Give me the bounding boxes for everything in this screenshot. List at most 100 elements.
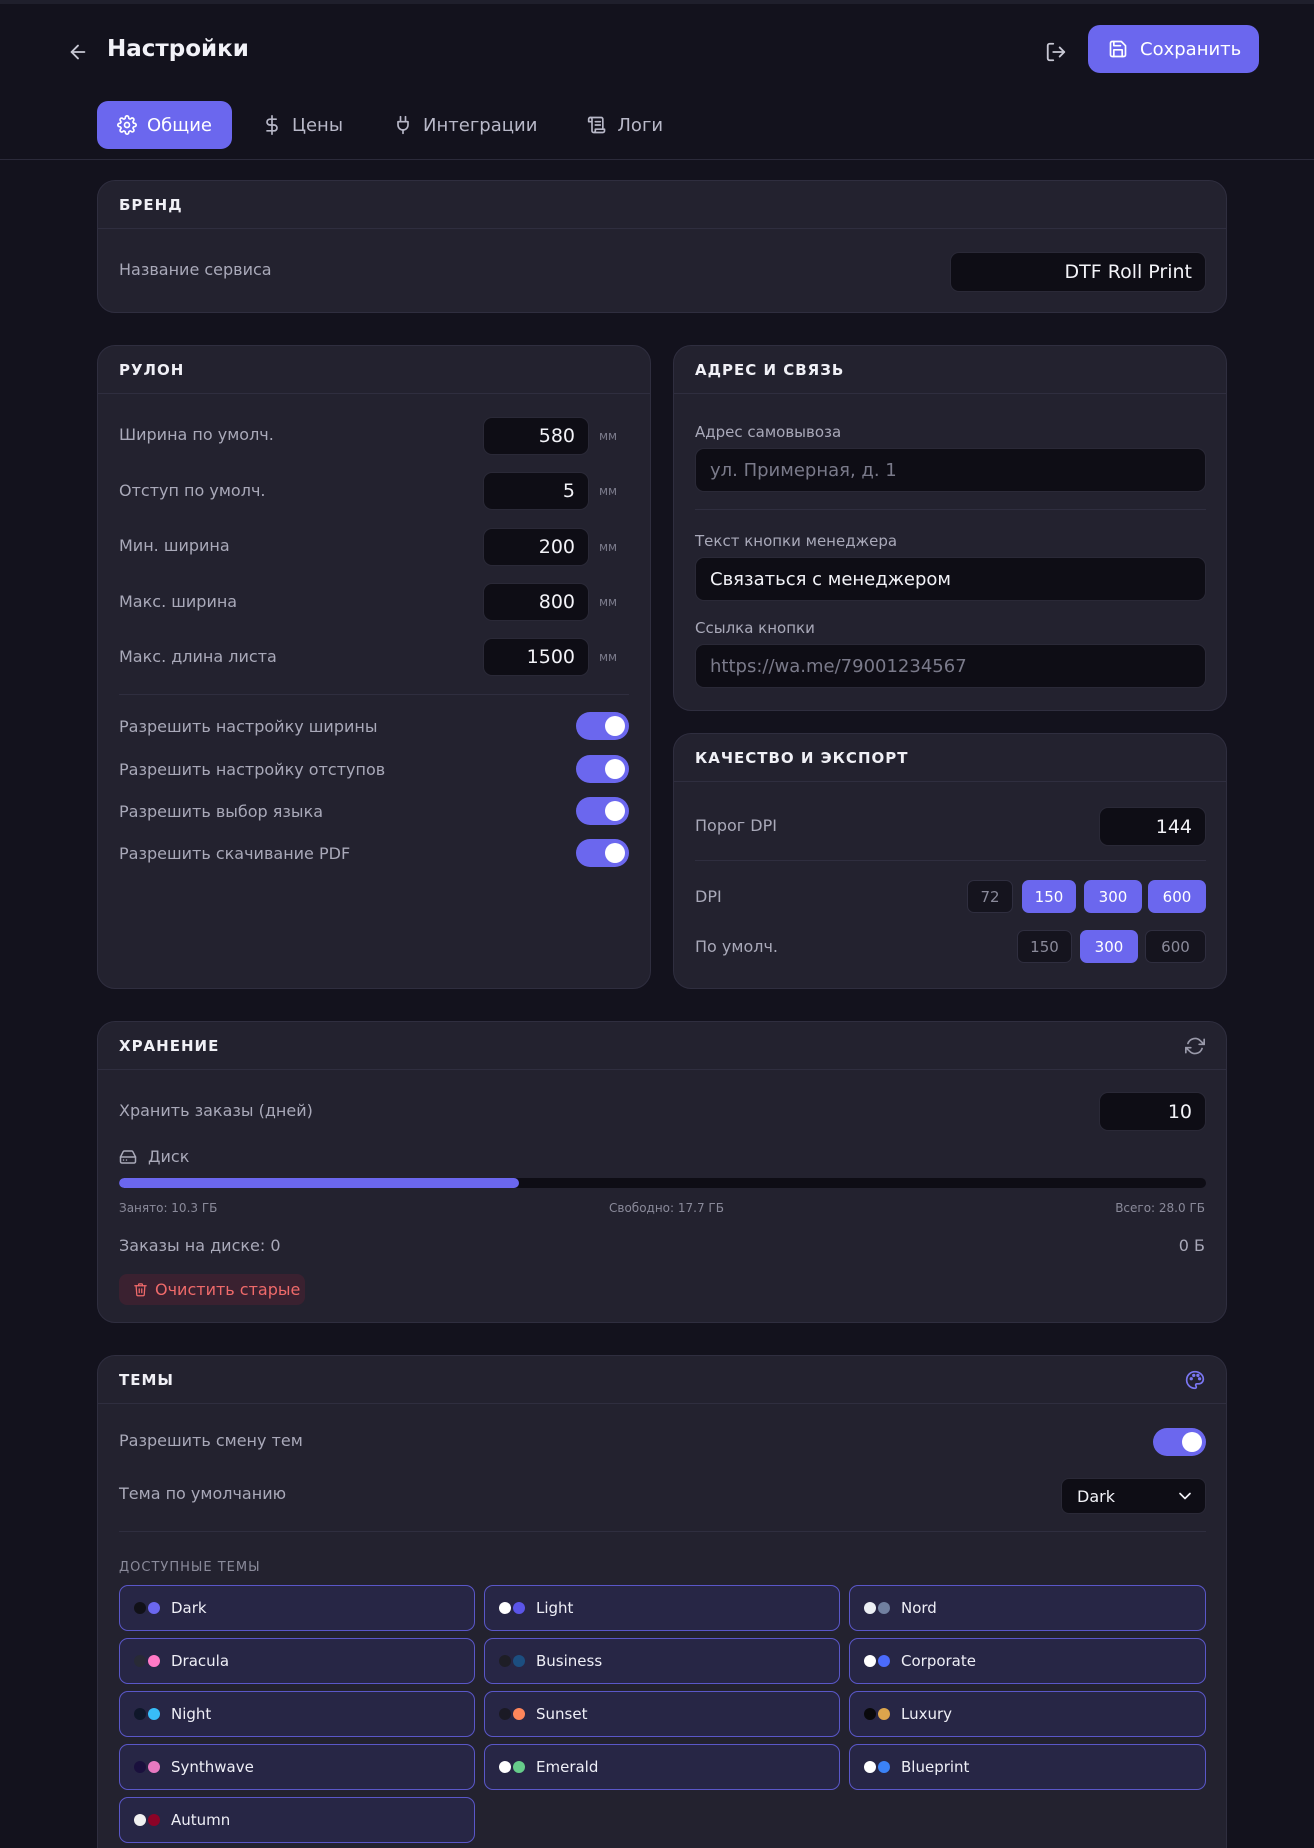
theme-option-autumn[interactable]: Autumn: [119, 1797, 475, 1843]
manager-button-text-input[interactable]: [695, 557, 1206, 601]
max-sheet-length-input[interactable]: [483, 638, 589, 676]
default-dpi-150[interactable]: 150: [1017, 930, 1072, 963]
max-sheet-length-unit: мм: [599, 650, 618, 664]
save-button-label: Сохранить: [1140, 38, 1242, 60]
orders-size-text: 0 Б: [1178, 1236, 1205, 1255]
allow-width-label: Разрешить настройку ширины: [119, 717, 378, 736]
dpi-threshold-input[interactable]: [1099, 807, 1206, 846]
service-name-input[interactable]: [950, 252, 1206, 292]
theme-accent-dot: [513, 1655, 525, 1667]
storage-card-header: ХРАНЕНИЕ: [98, 1022, 1226, 1070]
arrow-left-icon: [70, 44, 86, 60]
theme-color-dot: [499, 1761, 511, 1773]
tab-general[interactable]: Общие: [97, 101, 232, 149]
address-card-title: АДРЕС И СВЯЗЬ: [695, 360, 845, 379]
theme-option-business[interactable]: Business: [484, 1638, 840, 1684]
theme-grid: Dark Light Nord Dracula Business Corporate Nig…: [119, 1585, 1206, 1843]
theme-color-dot: [864, 1708, 876, 1720]
tab-logs[interactable]: Логи: [567, 101, 683, 149]
max-width-label: Макс. ширина: [119, 592, 238, 611]
min-width-input[interactable]: [483, 528, 589, 566]
roll-divider: [119, 694, 629, 695]
theme-option-label: Nord: [901, 1599, 937, 1617]
tab-prices[interactable]: Цены: [242, 101, 363, 149]
default-dpi-300[interactable]: 300: [1080, 930, 1138, 963]
theme-color-dot: [134, 1761, 146, 1773]
allow-pdf-toggle[interactable]: [576, 839, 629, 867]
default-width-input[interactable]: [483, 417, 589, 455]
dpi-threshold-label: Порог DPI: [695, 816, 777, 835]
theme-option-sunset[interactable]: Sunset: [484, 1691, 840, 1737]
allow-language-label: Разрешить выбор языка: [119, 802, 324, 821]
disk-label: Диск: [148, 1147, 190, 1166]
allow-language-toggle[interactable]: [576, 797, 629, 825]
disk-usage-bar: [119, 1178, 1206, 1188]
keep-orders-input[interactable]: [1099, 1092, 1206, 1131]
theme-option-label: Dracula: [171, 1652, 230, 1670]
button-link-input[interactable]: [695, 644, 1206, 688]
theme-option-night[interactable]: Night: [119, 1691, 475, 1737]
theme-option-light[interactable]: Light: [484, 1585, 840, 1631]
dpi-option-600[interactable]: 600: [1148, 880, 1206, 913]
pickup-address-input[interactable]: [695, 448, 1206, 492]
dpi-option-72[interactable]: 72: [967, 880, 1013, 913]
available-themes-label: ДОСТУПНЫЕ ТЕМЫ: [119, 1560, 261, 1575]
allow-margin-toggle[interactable]: [576, 755, 629, 783]
theme-option-luxury[interactable]: Luxury: [849, 1691, 1206, 1737]
logout-button[interactable]: [1044, 40, 1068, 64]
allow-theme-change-toggle[interactable]: [1153, 1428, 1206, 1456]
page-header: Настройки Сохранить Общие Цены Интеграци…: [0, 4, 1314, 160]
tab-bar: Общие Цены Интеграции Логи: [97, 101, 693, 149]
save-button[interactable]: Сохранить: [1088, 25, 1259, 73]
clean-old-label: Очистить старые: [155, 1280, 301, 1299]
themes-card: ТЕМЫ Разрешить смену тем Тема по умолчан…: [97, 1355, 1227, 1848]
dpi-option-150[interactable]: 150: [1022, 880, 1076, 913]
back-button[interactable]: [66, 40, 90, 64]
default-margin-input[interactable]: [483, 472, 589, 510]
theme-option-synthwave[interactable]: Synthwave: [119, 1744, 475, 1790]
min-width-unit: мм: [599, 540, 618, 554]
clean-old-button[interactable]: Очистить старые: [119, 1274, 305, 1305]
theme-option-label: Dark: [171, 1599, 207, 1617]
theme-option-dark[interactable]: Dark: [119, 1585, 475, 1631]
orders-on-disk-text: Заказы на диске: 0: [119, 1236, 281, 1255]
toggle-knob: [605, 759, 625, 779]
disk-used-text: Занято: 10.3 ГБ: [119, 1201, 218, 1215]
default-theme-select[interactable]: Dark: [1061, 1478, 1206, 1514]
allow-margin-label: Разрешить настройку отступов: [119, 760, 386, 779]
theme-option-corporate[interactable]: Corporate: [849, 1638, 1206, 1684]
theme-option-blueprint[interactable]: Blueprint: [849, 1744, 1206, 1790]
dpi-option-300[interactable]: 300: [1084, 880, 1142, 913]
brand-card-header: БРЕНД: [98, 181, 1226, 229]
theme-option-dracula[interactable]: Dracula: [119, 1638, 475, 1684]
tab-integrations[interactable]: Интеграции: [373, 101, 557, 149]
disk-total-text: Всего: 28.0 ГБ: [1115, 1201, 1205, 1215]
theme-color-dot: [864, 1761, 876, 1773]
default-width-label: Ширина по умолч.: [119, 425, 274, 444]
theme-option-emerald[interactable]: Emerald: [484, 1744, 840, 1790]
default-margin-label: Отступ по умолч.: [119, 481, 266, 500]
allow-width-toggle[interactable]: [576, 712, 629, 740]
theme-option-nord[interactable]: Nord: [849, 1585, 1206, 1631]
theme-option-label: Blueprint: [901, 1758, 970, 1776]
chevron-down-icon: [1179, 1492, 1191, 1500]
disk-free-text: Свободно: 17.7 ГБ: [609, 1201, 724, 1215]
theme-color-dot: [499, 1708, 511, 1720]
min-width-label: Мин. ширина: [119, 536, 230, 555]
trash-icon: [134, 1283, 147, 1297]
refresh-icon[interactable]: [1185, 1036, 1205, 1056]
tab-prices-label: Цены: [292, 114, 344, 136]
gear-icon: [117, 115, 137, 135]
theme-accent-dot: [513, 1602, 525, 1614]
theme-option-label: Emerald: [536, 1758, 599, 1776]
dollar-icon: [266, 115, 278, 135]
default-dpi-600[interactable]: 600: [1145, 930, 1206, 963]
roll-card-title: РУЛОН: [119, 360, 185, 379]
theme-color-dot: [499, 1602, 511, 1614]
default-theme-value: Dark: [1077, 1486, 1115, 1506]
default-dpi-label: По умолч.: [695, 937, 778, 956]
quality-divider: [695, 860, 1206, 861]
max-width-input[interactable]: [483, 583, 589, 621]
brand-card-title: БРЕНД: [119, 195, 183, 214]
allow-theme-change-label: Разрешить смену тем: [119, 1431, 303, 1450]
